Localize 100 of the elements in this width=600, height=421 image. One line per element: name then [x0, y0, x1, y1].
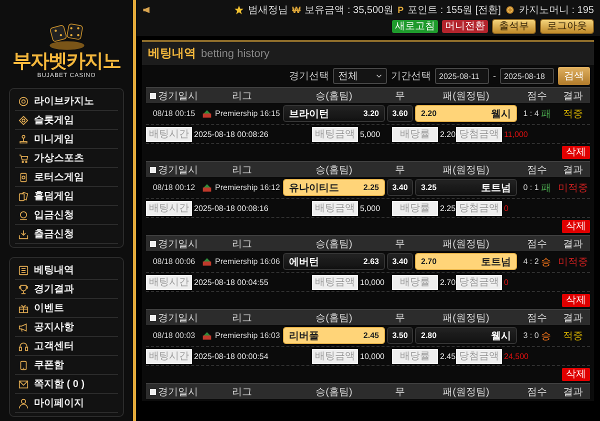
filter-label: 경기선택 [289, 70, 329, 83]
detail-value: 0 [504, 278, 508, 286]
menu-item[interactable]: 라이브카지노 [15, 92, 118, 111]
caret-icon [376, 74, 382, 78]
megaphone-icon [18, 322, 29, 332]
delete-button[interactable]: 삭제 [562, 368, 590, 381]
menu-item[interactable]: 홀덤게임 [15, 187, 118, 206]
top-button[interactable]: 로그아웃 [540, 19, 594, 34]
odds-button[interactable]: 3.60 [387, 105, 413, 122]
outcome-label: 승 [540, 256, 551, 268]
menu-item[interactable]: 공지사항 [15, 318, 118, 337]
column-header: 경기일시 [158, 386, 198, 398]
detail-label: 배팅금액 [312, 126, 358, 142]
checkbox[interactable] [150, 166, 156, 172]
checkbox[interactable] [150, 92, 156, 98]
column-header: 결과 [563, 312, 583, 324]
column-header: 결과 [563, 90, 583, 102]
column-header: 무 [395, 164, 405, 176]
odds-button[interactable]: 유나이티드 2.25 [283, 179, 385, 196]
column-header: 패(원정팀) [442, 238, 490, 250]
list-icon [18, 264, 29, 276]
menu-item[interactable]: 쿠폰함 [15, 356, 118, 375]
menu-item[interactable]: 슬롯게임 [15, 111, 118, 130]
joystick-icon [18, 134, 29, 144]
delete-button[interactable]: 삭제 [562, 146, 590, 159]
checkbox[interactable] [150, 388, 156, 394]
odds-button[interactable]: 2.80 웰시 [415, 327, 517, 344]
menu-item[interactable]: 가상스포츠 [15, 149, 118, 168]
odds-button[interactable]: 브라이턴 3.20 [283, 105, 385, 122]
detail-label: 배팅시간 [146, 348, 192, 364]
league-name: Premiership 16:15 [215, 109, 280, 118]
result-label: 미적중 [557, 256, 589, 268]
column-header: 결과 [563, 386, 583, 398]
odds-button[interactable]: 3.25 토트넘 [415, 179, 517, 196]
detail-label: 배당률 [392, 200, 438, 216]
odds-button[interactable]: 3.50 [387, 327, 413, 344]
odds-button[interactable]: 3.40 [387, 253, 413, 270]
detail-label: 배팅금액 [312, 348, 358, 364]
odds-button[interactable]: 2.70 토트넘 [415, 253, 517, 270]
column-header: 경기일시 [158, 312, 198, 324]
diamond-icon [18, 114, 29, 126]
odds-button[interactable]: 리버풀 2.45 [283, 327, 385, 344]
menu-item[interactable]: 마이페이지 [15, 394, 118, 413]
column-header: 결과 [563, 238, 583, 250]
column-header: 리그 [232, 238, 252, 250]
league-name: Premiership 16:06 [215, 257, 280, 266]
menu-item[interactable]: 출금신청 [15, 225, 118, 244]
column-header: 경기일시 [158, 90, 198, 102]
menu-item[interactable]: 쪽지함 ( 0 ) [15, 375, 118, 394]
detail-value: 24,500 [504, 352, 528, 360]
odds-button[interactable]: 3.40 [387, 179, 413, 196]
column-header: 점수 [527, 386, 547, 398]
point-icon: P [398, 4, 404, 14]
badge-button[interactable]: 머니전환 [442, 20, 488, 33]
detail-value: 10,000 [360, 352, 384, 360]
column-header: 무 [395, 312, 405, 324]
menu-item[interactable]: 입금신청 [15, 206, 118, 225]
checkbox[interactable] [150, 314, 156, 320]
detail-label: 당첨금액 [456, 274, 502, 290]
card-icon [18, 172, 29, 182]
detail-label: 배당률 [392, 274, 438, 290]
filter-label: 기간선택 [391, 70, 431, 83]
detail-label: 당첨금액 [456, 126, 502, 142]
menu-item[interactable]: 베팅내역 [15, 261, 118, 280]
cards-icon [18, 190, 29, 202]
detail-value: 5,000 [360, 130, 380, 138]
game-select[interactable]: 전체 [333, 68, 387, 84]
score-text: 1 : 4 [523, 109, 539, 118]
casino-money-text: 카지노머니 : 195 [518, 4, 594, 16]
top-button[interactable]: 출석부 [492, 19, 536, 34]
gift-icon [18, 302, 29, 314]
column-header: 리그 [232, 164, 252, 176]
date-field[interactable]: 2025-08-18 [500, 68, 554, 84]
download-icon [18, 228, 29, 240]
badge-button[interactable]: 새로고침 [392, 20, 438, 33]
detail-value: 2025-08-18 00:08:16 [194, 204, 268, 212]
match-date: 08/18 00:03 [152, 331, 196, 340]
column-header: 결과 [563, 164, 583, 176]
column-header: 무 [395, 90, 405, 102]
menu-item[interactable]: 로터스게임 [15, 168, 118, 187]
trophy-icon [18, 284, 29, 294]
delete-button[interactable]: 삭제 [562, 294, 590, 307]
detail-value: 2.25 [440, 204, 456, 212]
detail-value: 11,000 [504, 130, 528, 138]
checkbox[interactable] [150, 240, 156, 246]
delete-button[interactable]: 삭제 [562, 220, 590, 233]
odds-button[interactable]: 에버턴 2.63 [283, 253, 385, 270]
phone-icon [18, 360, 29, 370]
menu-item[interactable]: 이벤트 [15, 299, 118, 318]
menu-item[interactable]: 경기결과 [15, 280, 118, 299]
menu-item[interactable]: 고객센터 [15, 337, 118, 356]
detail-value: 2.45 [440, 352, 456, 360]
date-field[interactable]: 2025-08-11 [435, 68, 489, 84]
detail-value: 10,000 [360, 278, 384, 286]
outcome-label: 패 [540, 108, 551, 120]
detail-label: 배당률 [392, 126, 438, 142]
menu-item[interactable]: 미니게임 [15, 130, 118, 149]
detail-label: 당첨금액 [456, 200, 502, 216]
column-header: 점수 [527, 90, 547, 102]
odds-button[interactable]: 2.20 웰시 [415, 105, 517, 122]
